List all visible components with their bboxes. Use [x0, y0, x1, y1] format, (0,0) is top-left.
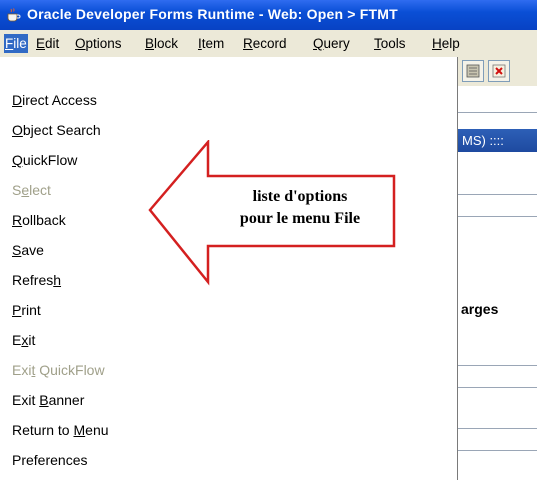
close-red-icon[interactable]: [488, 60, 510, 82]
menu-item-direct-access[interactable]: Direct Access: [12, 90, 97, 110]
block-header: MS) ::::: [458, 129, 537, 152]
menu-item-exit-banner[interactable]: Exit Banner: [12, 390, 84, 410]
field-border: [458, 365, 537, 366]
menu-item-rollback[interactable]: Rollback: [12, 210, 66, 230]
menu-item-save[interactable]: Save: [12, 240, 44, 260]
menu-item-object-search[interactable]: Object Search: [12, 120, 101, 140]
menu-record[interactable]: Record: [242, 34, 288, 53]
menu-item[interactable]: Item: [197, 34, 225, 53]
callout-text: liste d'options pour le menu File: [200, 186, 400, 230]
menu-query[interactable]: Query: [312, 34, 351, 53]
field-label: arges: [461, 301, 499, 317]
menu-item-exit[interactable]: Exit: [12, 330, 35, 350]
toolbar: [458, 57, 537, 86]
menu-help[interactable]: Help: [431, 34, 461, 53]
field-border: [458, 194, 537, 195]
field-border: [458, 216, 537, 217]
menu-item-refresh[interactable]: Refresh: [12, 270, 61, 290]
menu-file[interactable]: File: [4, 34, 28, 53]
callout-line-2: pour le menu File: [239, 210, 361, 227]
database-icon[interactable]: [462, 60, 484, 82]
divider: [458, 112, 537, 113]
menu-item-preferences[interactable]: Preferences: [12, 450, 87, 470]
form-area: [458, 57, 537, 480]
menu-edit[interactable]: Edit: [35, 34, 60, 53]
java-cup-icon: [7, 8, 21, 22]
menu-tools[interactable]: Tools: [373, 34, 407, 53]
field-border: [458, 450, 537, 451]
menu-item-select: Select: [12, 182, 51, 198]
title-bar: Oracle Developer Forms Runtime - Web: Op…: [0, 0, 537, 30]
field-border: [458, 387, 537, 388]
menu-block[interactable]: Block: [144, 34, 179, 53]
window-title: Oracle Developer Forms Runtime - Web: Op…: [27, 6, 398, 22]
menu-item-return-to-menu[interactable]: Return to Menu: [12, 420, 109, 440]
menu-item-exit-quickflow: Exit QuickFlow: [12, 362, 105, 378]
menu-item-quickflow[interactable]: QuickFlow: [12, 150, 77, 170]
menu-options[interactable]: Options: [74, 34, 123, 53]
menu-bar: File Edit Options Block Item Record Quer…: [0, 30, 537, 57]
field-border: [458, 428, 537, 429]
menu-item-print[interactable]: Print: [12, 300, 41, 320]
callout-line-1: liste d'options: [252, 188, 348, 205]
